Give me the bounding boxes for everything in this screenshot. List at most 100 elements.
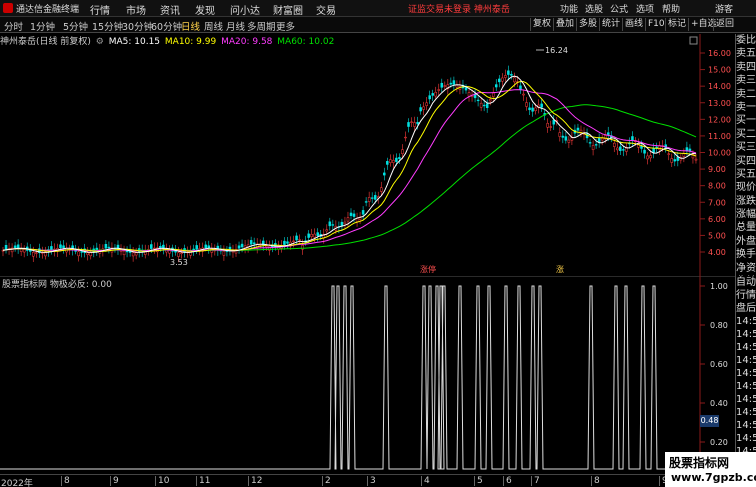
quote-row-label: 卖五 bbox=[736, 48, 756, 60]
candle-body bbox=[86, 252, 90, 255]
candle-body bbox=[237, 245, 241, 249]
price-tick-label: 6.00 bbox=[708, 215, 726, 224]
candle-body bbox=[564, 136, 568, 141]
watermark-url: www.7gpzb.com bbox=[671, 471, 756, 484]
period-5min[interactable]: 5分钟 bbox=[63, 19, 88, 33]
menu-item-faxian[interactable]: 发现 bbox=[195, 2, 215, 17]
indicator-chart[interactable]: 1.00 0.80 0.60 0.40 0.20 bbox=[0, 276, 735, 474]
guest-label[interactable]: 游客 bbox=[715, 2, 733, 15]
candle-body bbox=[491, 92, 495, 97]
candle-body bbox=[443, 85, 447, 87]
menu-item-wenxiaoda[interactable]: 问小达 bbox=[230, 2, 260, 17]
candle-body bbox=[286, 241, 289, 244]
tool-duogu[interactable]: 多股 bbox=[576, 18, 599, 31]
menu-item-caifuquan[interactable]: 财富圈 bbox=[273, 2, 303, 17]
ma10-value: MA10: 9.99 bbox=[164, 37, 217, 47]
candle-body bbox=[558, 132, 562, 137]
candle-body bbox=[694, 158, 698, 161]
candle-body bbox=[419, 107, 422, 112]
candle-body bbox=[540, 103, 543, 108]
app-title: 通达信金融终端 bbox=[16, 5, 80, 15]
period-15min[interactable]: 15分钟 bbox=[92, 19, 123, 33]
candle-body bbox=[682, 153, 686, 157]
period-fenshi[interactable]: 分时 bbox=[4, 19, 23, 33]
date-tick-label: 3 bbox=[370, 476, 376, 486]
period-30min[interactable]: 30分钟 bbox=[122, 19, 153, 33]
menu-item-bangzhu[interactable]: 帮助 bbox=[662, 2, 680, 15]
candle-body bbox=[180, 252, 183, 255]
menu-item-zixun[interactable]: 资讯 bbox=[160, 2, 180, 17]
candle-body bbox=[104, 244, 108, 249]
period-daily[interactable]: 日线 bbox=[181, 19, 200, 33]
candle-body bbox=[455, 84, 459, 88]
menu-item-gongneng[interactable]: 功能 bbox=[560, 2, 578, 15]
candle-body bbox=[567, 139, 571, 143]
period-weekly[interactable]: 周线 bbox=[204, 19, 223, 33]
candle-body bbox=[667, 153, 671, 155]
menu-item-gongshi[interactable]: 公式 bbox=[610, 2, 628, 15]
price-tick-label: 7.00 bbox=[708, 198, 726, 207]
tick-row-label: 14:50 bbox=[736, 368, 756, 379]
tool-fuquan[interactable]: 复权 bbox=[530, 18, 553, 31]
tool-diejia[interactable]: 叠加 bbox=[553, 18, 576, 31]
tool-huaxian[interactable]: 画线 bbox=[622, 18, 645, 31]
candle-body bbox=[346, 217, 350, 222]
tick-row-label: 盘后 bbox=[736, 303, 756, 314]
candle-body bbox=[416, 121, 419, 125]
date-tick-label: 8 bbox=[594, 476, 600, 486]
candle-body bbox=[467, 92, 471, 97]
login-notice[interactable]: 证监交易未登录 神州泰岳 bbox=[408, 2, 510, 15]
indicator-tick-label: 0.20 bbox=[710, 438, 728, 447]
settings-icon[interactable]: ⚙ bbox=[96, 37, 104, 47]
candle-body bbox=[440, 82, 444, 88]
candle-body bbox=[525, 102, 528, 107]
tool-tongji[interactable]: 统计 bbox=[599, 18, 622, 31]
menu-item-xuanxiang[interactable]: 选项 bbox=[636, 2, 654, 15]
ma60-value: MA60: 10.02 bbox=[277, 37, 335, 47]
tool-f10[interactable]: F10 bbox=[645, 18, 667, 31]
candle-body bbox=[313, 233, 316, 238]
candle-body bbox=[328, 221, 332, 227]
candle-body bbox=[373, 195, 377, 200]
candle-body bbox=[576, 127, 580, 131]
price-tick-label: 5.00 bbox=[708, 231, 726, 240]
low-price-label: 3.53 bbox=[170, 258, 188, 267]
candle-body bbox=[349, 212, 353, 216]
date-tick-label: 8 bbox=[64, 476, 70, 486]
indicator-tick-label: 1.00 bbox=[710, 282, 728, 291]
date-tick-label: 5 bbox=[477, 476, 483, 486]
period-1min[interactable]: 1分钟 bbox=[30, 19, 55, 33]
candle-body bbox=[452, 80, 456, 85]
period-60min[interactable]: 60分钟 bbox=[151, 19, 182, 33]
candle-body bbox=[13, 245, 17, 249]
candle-body bbox=[122, 250, 126, 256]
menu-item-shichang[interactable]: 市场 bbox=[126, 2, 146, 17]
candle-body bbox=[380, 187, 383, 192]
candle-body bbox=[195, 245, 198, 250]
period-monthly[interactable]: 月线 bbox=[226, 19, 245, 33]
period-more[interactable]: 更多 bbox=[276, 19, 295, 33]
tool-fanhui[interactable]: 返回 bbox=[713, 18, 736, 31]
menu-item-xuangu[interactable]: 选股 bbox=[585, 2, 603, 15]
candle-body bbox=[546, 123, 549, 128]
tick-row-label: 14:50 bbox=[736, 329, 756, 340]
candle-body bbox=[331, 224, 335, 226]
candle-body bbox=[222, 250, 226, 256]
date-tick-label: 2 bbox=[325, 476, 331, 486]
indicator-tick-label: 0.60 bbox=[710, 360, 728, 369]
candle-body bbox=[619, 146, 622, 151]
candle-body bbox=[310, 234, 313, 237]
candle-body bbox=[240, 243, 244, 248]
candle-body bbox=[482, 104, 486, 107]
candle-body bbox=[488, 99, 492, 102]
candle-body bbox=[59, 244, 62, 249]
tick-row-label: 行情 bbox=[736, 290, 756, 301]
menu-item-jiaoyi[interactable]: 交易 bbox=[316, 2, 336, 17]
candle-body bbox=[591, 145, 595, 150]
candle-body bbox=[431, 93, 434, 96]
menu-item-hangqing[interactable]: 行情 bbox=[90, 2, 110, 17]
period-multi[interactable]: 多周期 bbox=[247, 19, 276, 33]
price-chart[interactable]: 16.00 15.00 14.00 13.00 12.00 11.00 10.00 9.00 8… bbox=[0, 34, 735, 276]
candle-body bbox=[622, 149, 625, 151]
tool-biaoji[interactable]: 标记 bbox=[665, 18, 688, 31]
